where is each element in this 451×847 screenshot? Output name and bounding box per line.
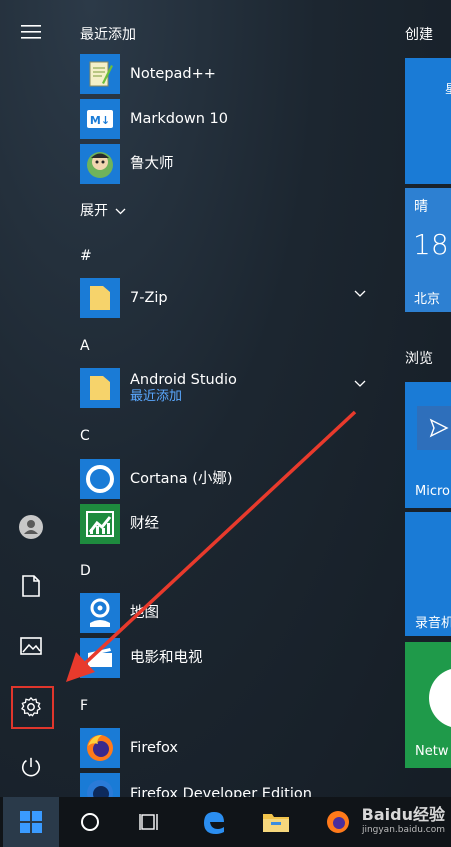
app-movies-tv[interactable]: 电影和电视 xyxy=(80,638,380,678)
app-7zip[interactable]: 7-Zip xyxy=(80,278,380,318)
hamburger-menu-icon xyxy=(21,25,41,39)
app-markdown[interactable]: M↓ Markdown 10 xyxy=(80,99,380,139)
app-label: 地图 xyxy=(130,605,159,621)
document-icon xyxy=(22,575,40,597)
tile-group-create: 创建 xyxy=(405,27,433,43)
tile-weather[interactable]: 晴 18° 北京 xyxy=(405,188,451,312)
baidu-watermark: Baidu经验 jingyan.baidu.com xyxy=(362,801,445,835)
chevron-down-icon xyxy=(115,208,126,214)
app-label: Notepad++ xyxy=(130,66,216,82)
tile-edge[interactable]: Micro xyxy=(405,382,451,508)
expand-button[interactable]: 展开 xyxy=(80,200,126,220)
settings-highlight-box xyxy=(11,686,54,729)
cortana-button[interactable] xyxy=(62,797,118,847)
app-finance[interactable]: 财经 xyxy=(80,504,380,544)
app-ludashi[interactable]: 鲁大师 xyxy=(80,144,380,184)
weather-condition: 晴 xyxy=(414,199,428,215)
app-label: 7-Zip xyxy=(130,290,168,306)
recent-header: 最近添加 xyxy=(80,27,136,43)
notepadpp-icon xyxy=(80,54,120,94)
tile-label: Micro xyxy=(415,484,450,499)
watermark-text: Baidu经验 xyxy=(361,805,445,824)
tiles-panel: 创建 星 晴 18° 北京 浏览 Micro 录音机 Netw xyxy=(390,0,451,797)
app-firefox[interactable]: Firefox xyxy=(80,728,380,768)
tile-inner xyxy=(417,406,451,450)
tile-label: Netw xyxy=(415,744,449,759)
app-label: 鲁大师 xyxy=(130,156,174,172)
windows-start-icon xyxy=(20,811,42,833)
firefox-taskbar-button[interactable] xyxy=(310,797,366,847)
cortana-circle-icon xyxy=(81,813,99,831)
file-explorer-icon xyxy=(263,814,289,832)
send-icon xyxy=(429,418,449,438)
user-avatar-icon xyxy=(19,515,43,539)
edge-icon xyxy=(204,812,224,834)
tile-recorder[interactable]: 录音机 xyxy=(405,512,451,636)
section-letter[interactable]: D xyxy=(80,563,91,579)
app-notepadpp[interactable]: Notepad++ xyxy=(80,54,380,94)
task-view-icon xyxy=(139,814,158,830)
section-letter[interactable]: F xyxy=(80,698,88,714)
task-view-button[interactable] xyxy=(122,797,178,847)
svg-text:M↓: M↓ xyxy=(90,114,110,127)
recent-added-badge: 最近添加 xyxy=(130,389,183,404)
app-label: 电影和电视 xyxy=(130,650,203,666)
power-button[interactable] xyxy=(0,739,62,795)
app-label: Firefox xyxy=(130,740,178,756)
start-rail xyxy=(0,0,62,797)
tile-network[interactable]: Netw xyxy=(405,642,451,768)
section-letter[interactable]: C xyxy=(80,428,90,444)
app-label: Firefox Developer Edition xyxy=(130,786,312,797)
tile-glyph xyxy=(429,668,451,728)
app-label: 财经 xyxy=(130,516,159,532)
folder-icon xyxy=(80,368,120,408)
start-button[interactable] xyxy=(3,797,59,847)
section-letter[interactable]: A xyxy=(80,338,90,354)
documents-button[interactable] xyxy=(0,558,62,614)
pictures-button[interactable] xyxy=(0,618,62,674)
weather-temp: 18° xyxy=(413,228,451,261)
app-list: 最近添加 Notepad++ M↓ Markdown 10 鲁大师 展开 # 7… xyxy=(62,0,390,797)
expand-menu-button[interactable] xyxy=(0,4,62,60)
markdown-icon: M↓ xyxy=(80,99,120,139)
maps-icon xyxy=(80,593,120,633)
app-label: Android Studio xyxy=(130,372,237,388)
cortana-icon xyxy=(80,459,120,499)
expand-label: 展开 xyxy=(80,203,108,219)
section-letter[interactable]: # xyxy=(80,248,92,264)
app-firefox-dev[interactable]: Firefox Developer Edition xyxy=(80,773,380,797)
chevron-down-icon[interactable] xyxy=(354,290,366,298)
app-maps[interactable]: 地图 xyxy=(80,593,380,633)
tile-glyph: 星 xyxy=(445,80,451,97)
ludashi-icon xyxy=(80,144,120,184)
firefox-dev-icon xyxy=(80,773,120,797)
app-cortana[interactable]: Cortana (小娜) xyxy=(80,459,380,499)
finance-icon xyxy=(80,504,120,544)
account-button[interactable] xyxy=(0,499,62,555)
app-android-studio[interactable]: Android Studio 最近添加 xyxy=(80,368,380,408)
power-icon xyxy=(22,757,40,777)
explorer-taskbar-button[interactable] xyxy=(248,797,304,847)
watermark-sub: jingyan.baidu.com xyxy=(361,825,445,835)
tile-group-browse: 浏览 xyxy=(405,351,433,367)
movies-icon xyxy=(80,638,120,678)
app-label: Markdown 10 xyxy=(130,111,228,127)
chevron-down-icon[interactable] xyxy=(354,380,366,388)
weather-city: 北京 xyxy=(414,292,441,307)
tile-calendar[interactable]: 星 xyxy=(405,58,451,184)
firefox-icon xyxy=(327,811,349,833)
edge-taskbar-button[interactable] xyxy=(186,797,242,847)
folder-icon xyxy=(80,278,120,318)
app-label: Cortana (小娜) xyxy=(130,471,233,487)
taskbar: Baidu经验 jingyan.baidu.com xyxy=(0,797,451,847)
firefox-icon xyxy=(80,728,120,768)
tile-label: 录音机 xyxy=(415,616,451,631)
picture-icon xyxy=(20,637,42,655)
